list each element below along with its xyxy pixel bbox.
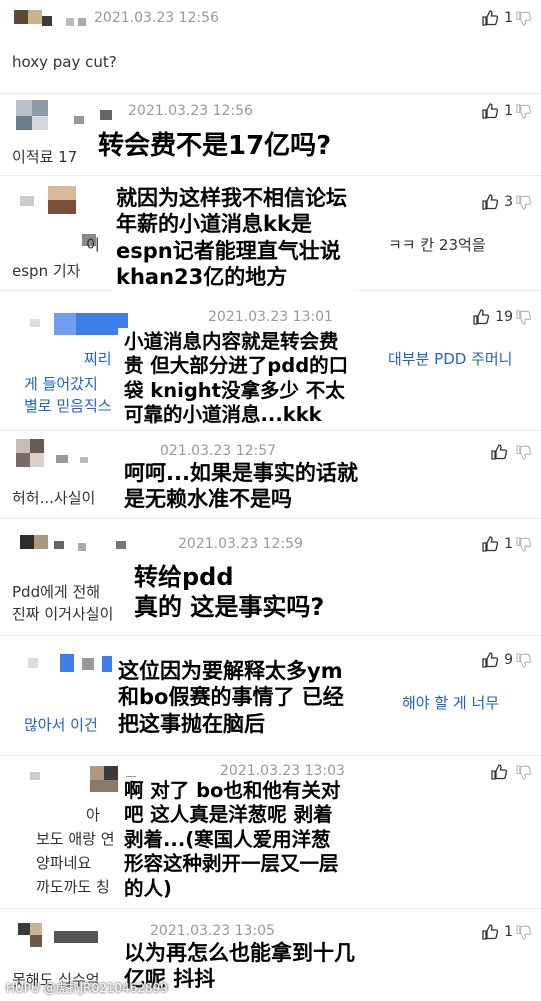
thumbs-down-icon xyxy=(516,195,532,210)
comment-date: 2021.03.23 12:56 xyxy=(94,10,219,26)
like-button[interactable] xyxy=(491,444,513,460)
comment-date: 2021.03.23 12:59 xyxy=(178,536,303,552)
translation-overlay: 这位因为要解释太多ym 和bo假赛的事情了 已经 把这事抛在脑后 xyxy=(112,656,350,739)
avatar xyxy=(16,100,112,130)
avatar xyxy=(28,654,130,684)
comment-text: 해야 할 게 너무 xyxy=(402,694,500,712)
dislike-button[interactable] xyxy=(516,104,532,123)
thumbs-up-icon xyxy=(473,309,490,325)
dislike-button[interactable] xyxy=(516,310,532,329)
like-count: 3 xyxy=(504,194,513,210)
like-button[interactable] xyxy=(491,764,513,780)
avatar xyxy=(14,6,86,36)
dislike-button[interactable] xyxy=(516,445,532,464)
comment-text: 허허...사실이 xyxy=(12,489,96,507)
like-button[interactable]: 9 xyxy=(482,652,513,668)
like-count: 1 xyxy=(504,10,513,26)
translation-overlay: 转会费不是17亿吗? xyxy=(92,128,338,165)
comment-text: 대부분 PDD 주머니 xyxy=(388,350,513,368)
comment-text: hoxy pay cut? xyxy=(12,53,117,71)
avatar xyxy=(20,535,126,565)
thumbs-up-icon xyxy=(491,764,507,780)
dislike-button[interactable] xyxy=(516,925,532,944)
like-count: 1 xyxy=(504,536,513,552)
thumbs-up-icon xyxy=(491,444,507,460)
comment-text: 까도까도 칭 xyxy=(36,878,110,896)
translation-overlay: 就因为这样我不相信论坛 年薪的小道消息kk是 espn记者能理直气壮说 khan… xyxy=(110,183,353,292)
dislike-button[interactable] xyxy=(516,765,532,784)
comment-text: 진짜 이거사실이 xyxy=(12,605,114,623)
like-count: 1 xyxy=(504,103,513,119)
comment-text: 아 xyxy=(86,806,100,824)
avatar xyxy=(18,923,98,953)
like-button[interactable]: 19 xyxy=(473,309,513,325)
thumbs-down-icon xyxy=(516,11,532,26)
thumbs-up-icon xyxy=(482,924,499,940)
thumbs-up-icon xyxy=(482,194,499,210)
comment-text: 많아서 이건 xyxy=(24,716,98,734)
translation-overlay: 啊 对了 bo也和他有关对 吧 这人真是洋葱呢 剥着 剥着...(寒国人爱用洋葱… xyxy=(118,777,347,903)
comment-text: 이적료 17 xyxy=(12,148,78,166)
thumbs-down-icon xyxy=(516,537,532,552)
comment-date: 2021.03.23 12:56 xyxy=(128,103,253,119)
dislike-button[interactable] xyxy=(516,537,532,556)
avatar xyxy=(20,186,96,246)
like-count: 1 xyxy=(504,924,513,940)
thumbs-up-icon xyxy=(482,103,499,119)
comment-text: 찌리 xyxy=(84,350,112,368)
comment-text: Pdd에게 전해 xyxy=(12,583,101,601)
thumbs-up-icon xyxy=(482,536,499,552)
thumbs-down-icon xyxy=(516,765,532,780)
like-button[interactable]: 1 xyxy=(482,924,513,940)
translation-overlay: 小道消息内容就是转会费 贵 但大部分进了pdd的口 袋 knight没拿多少 不… xyxy=(118,328,355,430)
like-button[interactable]: 3 xyxy=(482,194,513,210)
translation-overlay: 呵呵...如果是事实的话就 是无赖水准不是吗 xyxy=(118,458,364,515)
like-count: 19 xyxy=(495,309,513,325)
avatar xyxy=(30,766,136,796)
like-button[interactable]: 1 xyxy=(482,103,513,119)
dislike-button[interactable] xyxy=(516,11,532,30)
translation-overlay: 转给pdd 真的 这是事实吗? xyxy=(128,560,331,624)
thumbs-down-icon xyxy=(516,310,532,325)
dislike-button[interactable] xyxy=(516,195,532,214)
thumbs-down-icon xyxy=(516,925,532,940)
thumbs-down-icon xyxy=(516,104,532,119)
comment-date: 2021.03.23 13:05 xyxy=(150,923,275,939)
comment-date: 021.03.23 12:57 xyxy=(160,443,277,459)
comment-1: 2021.03.23 12:56 1 hoxy pay cut? xyxy=(0,0,541,93)
avatar xyxy=(16,439,88,469)
comment-text: 보도 애랑 연 xyxy=(36,830,115,848)
thumbs-up-icon xyxy=(482,652,499,668)
like-count: 9 xyxy=(504,652,513,668)
watermark: HUPU @虎扑JR0210462899 xyxy=(6,981,168,995)
thumbs-down-icon xyxy=(516,653,532,668)
like-button[interactable]: 1 xyxy=(482,10,513,26)
thumbs-down-icon xyxy=(516,445,532,460)
comment-date: 2021.03.23 13:01 xyxy=(208,309,333,325)
comment-text: espn 기자 xyxy=(12,262,81,280)
thumbs-up-icon xyxy=(482,10,499,26)
comment-text: ㅋㅋ 칸 23억을 xyxy=(388,236,486,254)
comment-text: 게 들어갔지 xyxy=(24,375,98,393)
dislike-button[interactable] xyxy=(516,653,532,672)
comment-text: 별로 믿음직스 xyxy=(24,397,112,415)
comment-text: 이 xyxy=(86,236,100,254)
like-button[interactable]: 1 xyxy=(482,536,513,552)
comment-text: 양파네요 xyxy=(36,854,92,872)
avatar xyxy=(30,313,128,343)
